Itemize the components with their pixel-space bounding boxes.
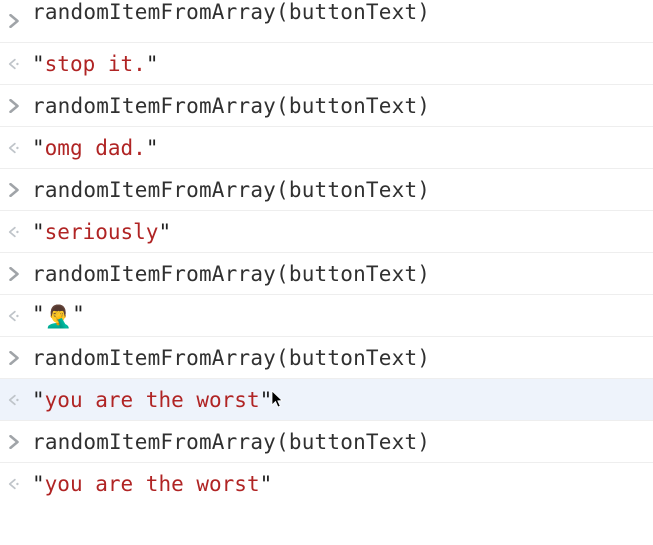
input-chevron-icon [8, 351, 20, 365]
string-literal: omg dad. [45, 136, 146, 160]
input-arrow [6, 267, 22, 281]
console-input-row[interactable]: randomItemFromArray(buttonText) [0, 420, 653, 462]
console-output-row[interactable]: "stop it." [0, 42, 653, 84]
console-output-row[interactable]: "seriously" [0, 210, 653, 252]
output-arrow [6, 141, 22, 155]
console-output-value: "🤦‍♂️" [32, 302, 647, 330]
input-chevron-icon [8, 435, 20, 449]
output-arrow-icon [8, 309, 20, 323]
console-output-value: "stop it." [32, 52, 647, 76]
output-arrow [6, 477, 22, 491]
input-chevron-icon [8, 267, 20, 281]
input-arrow [6, 183, 22, 197]
string-literal: you are the worst [45, 388, 260, 412]
string-quote: " [158, 220, 171, 244]
output-arrow [6, 309, 22, 323]
input-chevron-icon [8, 99, 20, 113]
devtools-console[interactable]: randomItemFromArray(buttonText) "stop it… [0, 0, 653, 545]
console-input-text: randomItemFromArray(buttonText) [32, 430, 647, 454]
console-input-text: randomItemFromArray(buttonText) [32, 0, 647, 24]
console-output-value: "you are the worst" [32, 387, 647, 412]
mouse-cursor-icon [271, 390, 285, 415]
console-input-row[interactable]: randomItemFromArray(buttonText) [0, 84, 653, 126]
string-quote: " [72, 302, 85, 326]
console-output-row[interactable]: "omg dad." [0, 126, 653, 168]
string-literal: 🤦‍♂️ [45, 305, 72, 330]
console-output-row[interactable]: "you are the worst" [0, 378, 653, 420]
string-quote: " [32, 52, 45, 76]
console-output-value: "you are the worst" [32, 472, 647, 496]
console-input-text: randomItemFromArray(buttonText) [32, 94, 647, 118]
string-quote: " [32, 472, 45, 496]
console-input-row[interactable]: randomItemFromArray(buttonText) [0, 168, 653, 210]
input-arrow [6, 99, 22, 113]
output-arrow-icon [8, 393, 20, 407]
output-arrow-icon [8, 225, 20, 239]
console-input-row[interactable]: randomItemFromArray(buttonText) [0, 252, 653, 294]
output-arrow-icon [8, 141, 20, 155]
input-arrow [6, 435, 22, 449]
output-arrow-icon [8, 57, 20, 71]
input-chevron-icon [8, 183, 20, 197]
console-input-row[interactable]: randomItemFromArray(buttonText) [0, 336, 653, 378]
string-quote: " [146, 136, 159, 160]
input-arrow [6, 351, 22, 365]
string-quote: " [32, 388, 45, 412]
string-quote: " [260, 472, 273, 496]
output-arrow [6, 57, 22, 71]
console-input-text: randomItemFromArray(buttonText) [32, 262, 647, 286]
output-arrow [6, 393, 22, 407]
string-quote: " [32, 136, 45, 160]
output-arrow-icon [8, 477, 20, 491]
console-input-text: randomItemFromArray(buttonText) [32, 346, 647, 370]
console-output-value: "omg dad." [32, 136, 647, 160]
string-quote: " [146, 52, 159, 76]
console-input-row[interactable]: randomItemFromArray(buttonText) [0, 0, 653, 42]
string-literal: stop it. [45, 52, 146, 76]
console-input-text: randomItemFromArray(buttonText) [32, 178, 647, 202]
console-output-row[interactable]: "🤦‍♂️" [0, 294, 653, 336]
output-arrow [6, 225, 22, 239]
string-literal: you are the worst [45, 472, 260, 496]
input-arrow [6, 14, 22, 28]
input-chevron-icon [8, 14, 20, 28]
string-quote: " [32, 302, 45, 326]
string-literal: seriously [45, 220, 159, 244]
string-quote: " [32, 220, 45, 244]
console-output-value: "seriously" [32, 220, 647, 244]
console-output-row[interactable]: "you are the worst" [0, 462, 653, 504]
